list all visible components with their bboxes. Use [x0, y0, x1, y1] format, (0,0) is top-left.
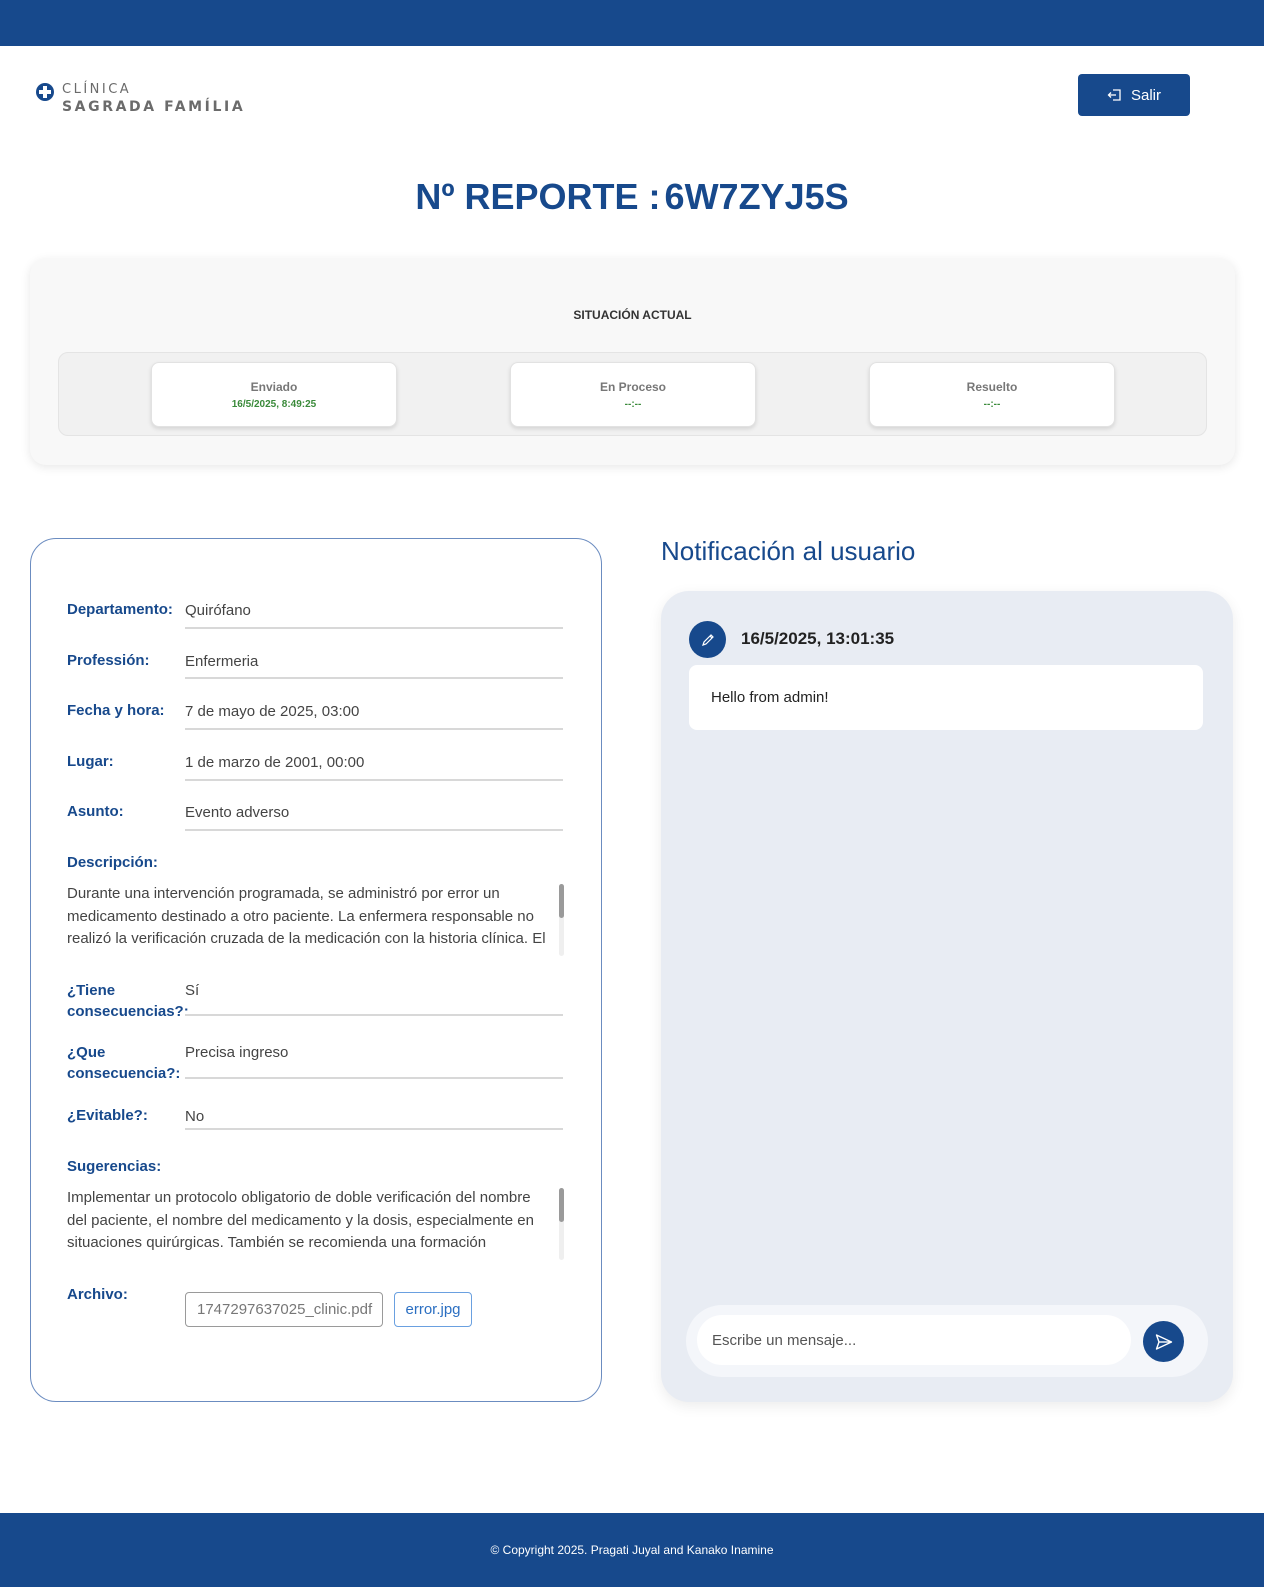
que-consecuencia-underline	[185, 1077, 563, 1079]
status-step-enviado: Enviado 16/5/2025, 8:49:25	[151, 362, 397, 427]
footer: © Copyright 2025. Pragati Juyal and Kana…	[0, 1513, 1264, 1587]
logout-button[interactable]: Salir	[1078, 74, 1190, 116]
logo-line1: CLÍNICA	[62, 82, 132, 97]
step-date: 16/5/2025, 8:49:25	[231, 399, 317, 410]
logo-text: CLÍNICA SAGRADA FAMÍLIA	[62, 82, 245, 116]
message-timestamp: 16/5/2025, 13:01:35	[741, 629, 895, 648]
report-details-card: Departamento: Quirófano Professión: Enfe…	[30, 538, 602, 1402]
status-track: Enviado 16/5/2025, 8:49:25 En Proceso --…	[58, 352, 1207, 436]
archivo-label: Archivo:	[67, 1286, 128, 1303]
sugerencias-text[interactable]: Implementar un protocolo obligatorio de …	[67, 1187, 547, 1259]
top-bar	[0, 0, 1264, 46]
report-id: 6W7ZYJ5S	[664, 176, 849, 217]
descripcion-text[interactable]: Durante una intervención programada, se …	[67, 883, 547, 955]
fecha-underline	[185, 728, 563, 730]
departamento-underline	[185, 627, 563, 629]
fecha-label: Fecha y hora:	[67, 702, 165, 719]
que-consecuencia-label: ¿Que consecuencia?:	[67, 1042, 180, 1084]
status-card: SITUACIÓN ACTUAL Enviado 16/5/2025, 8:49…	[30, 259, 1235, 465]
file-name-box[interactable]: 1747297637025_clinic.pdf	[185, 1292, 383, 1327]
copyright-text: © Copyright 2025. Pragati Juyal and Kana…	[490, 1543, 774, 1557]
logo-line2: SAGRADA FAMÍLIA	[62, 99, 246, 115]
lugar-label: Lugar:	[67, 753, 114, 770]
lugar-underline	[185, 779, 563, 781]
consecuencias-value: Sí	[185, 982, 200, 999]
notification-title: Notificación al usuario	[661, 536, 916, 566]
evitable-value: No	[185, 1108, 205, 1125]
logout-label: Salir	[1130, 86, 1161, 104]
descripcion-label: Descripción:	[67, 854, 158, 871]
status-step-en-proceso: En Proceso --:--	[510, 362, 756, 427]
status-heading: SITUACIÓN ACTUAL	[573, 308, 692, 322]
evitable-label: ¿Evitable?:	[67, 1107, 148, 1124]
step-date: --:--	[983, 399, 1001, 410]
asunto-label: Asunto:	[67, 803, 124, 820]
departamento-value: Quirófano	[185, 602, 251, 619]
departamento-label: Departamento:	[67, 601, 173, 618]
asunto-value: Evento adverso	[185, 804, 290, 821]
chat-panel: 16/5/2025, 13:01:35 Hello from admin!	[661, 591, 1233, 1402]
step-label: Enviado	[250, 380, 298, 394]
lugar-value: 1 de marzo de 2001, 00:00	[185, 754, 365, 771]
que-consecuencia-label-line1: ¿Que	[67, 1044, 106, 1061]
pencil-icon	[689, 621, 726, 658]
send-button[interactable]	[1143, 1321, 1184, 1362]
fecha-value: 7 de mayo de 2025, 03:00	[185, 703, 360, 720]
descripcion-scrollbar[interactable]	[559, 884, 564, 956]
consecuencias-underline	[185, 1014, 563, 1016]
logout-icon	[1107, 89, 1121, 101]
consecuencias-label: ¿Tiene consecuencias?:	[67, 980, 189, 1022]
page-title: Nº REPORTE : 6W7ZYJ5S	[0, 176, 1264, 218]
step-date: --:--	[624, 399, 642, 410]
consecuencias-label-line2: consecuencias?:	[67, 1003, 189, 1020]
report-title-prefix: Nº REPORTE :	[415, 176, 661, 217]
step-label: En Proceso	[599, 380, 667, 394]
step-label: Resuelto	[966, 380, 1018, 394]
sugerencias-scrollbar[interactable]	[559, 1188, 564, 1260]
que-consecuencia-label-line2: consecuencia?:	[67, 1065, 181, 1082]
consecuencias-label-line1: ¿Tiene	[67, 982, 116, 999]
status-step-resuelto: Resuelto --:--	[869, 362, 1115, 427]
profesion-value: Enfermeria	[185, 653, 259, 670]
message-input[interactable]	[697, 1315, 1131, 1365]
scrollbar-thumb[interactable]	[559, 884, 564, 918]
message-bubble: Hello from admin!	[689, 665, 1203, 730]
scrollbar-thumb[interactable]	[559, 1188, 564, 1222]
clinic-logo[interactable]: CLÍNICA SAGRADA FAMÍLIA	[36, 82, 245, 116]
profesion-label: Professión:	[67, 652, 150, 669]
cross-icon	[36, 83, 54, 101]
send-icon	[1155, 1333, 1172, 1350]
asunto-underline	[185, 829, 563, 831]
evitable-underline	[185, 1128, 563, 1130]
sugerencias-label: Sugerencias:	[67, 1158, 162, 1175]
file-link[interactable]: error.jpg	[394, 1292, 472, 1327]
profesion-underline	[185, 677, 563, 679]
que-consecuencia-value: Precisa ingreso	[185, 1044, 289, 1061]
